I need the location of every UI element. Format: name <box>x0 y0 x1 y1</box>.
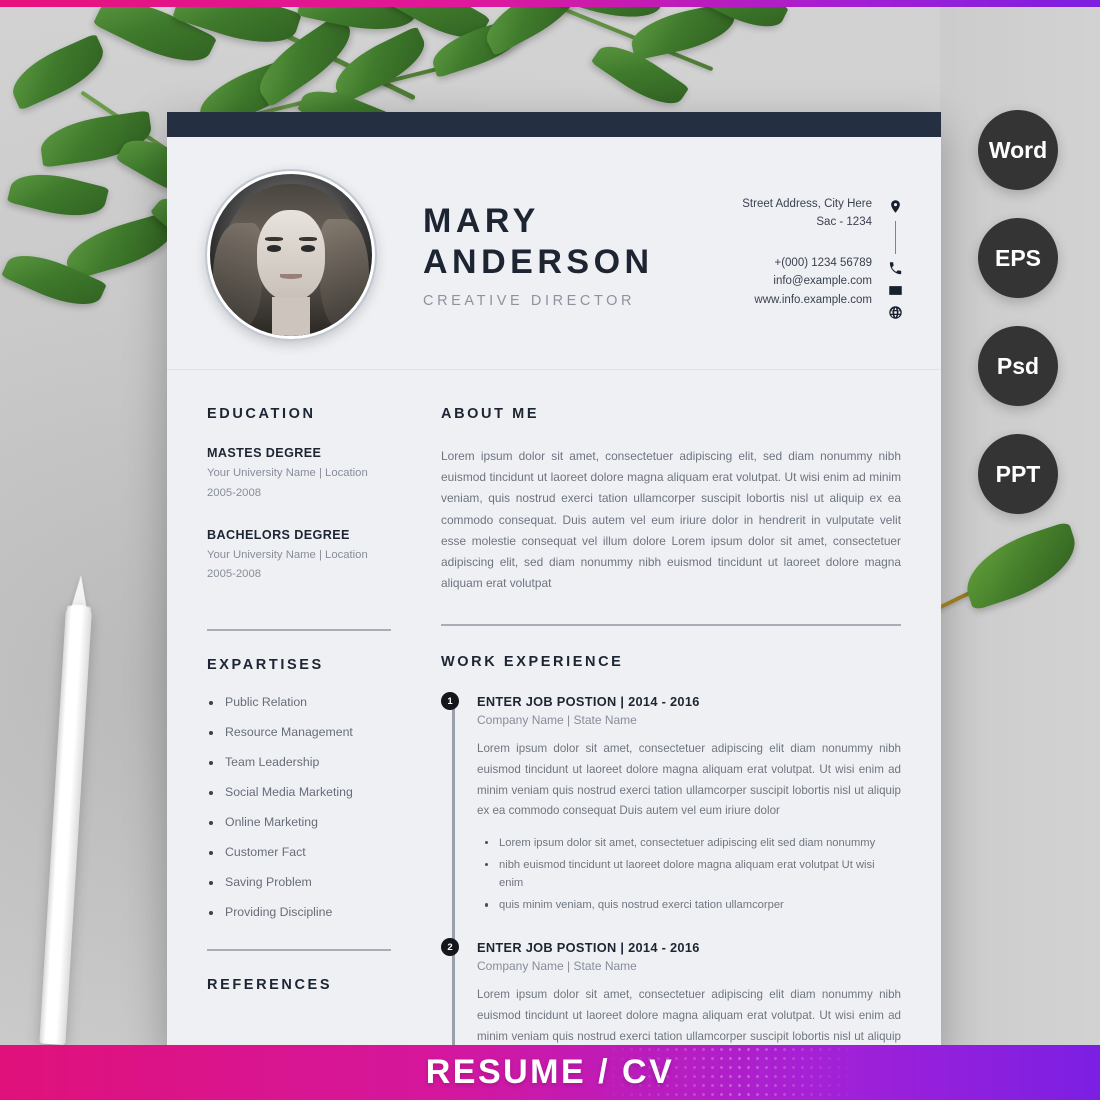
phone-icon <box>886 259 905 278</box>
list-item: quis minim veniam, quis nostrud exerci t… <box>477 896 901 914</box>
work-entry: 1 ENTER JOB POSTION | 2014 - 2016 Compan… <box>441 692 901 915</box>
map-pin-icon <box>886 197 905 216</box>
education-degree: BACHELORS DEGREE <box>207 527 350 542</box>
job-title: ENTER JOB POSTION | 2014 - 2016 <box>477 694 700 710</box>
education-entry: MASTES DEGREE Your University Name | Loc… <box>207 446 391 504</box>
list-item: Team Leadership <box>207 755 391 769</box>
education-university: Your University Name | Location <box>207 467 368 479</box>
format-badge-psd[interactable]: Psd <box>978 326 1058 406</box>
list-item: Saving Problem <box>207 875 391 889</box>
first-name: MARY <box>423 201 540 240</box>
contact-block: Street Address, City Here Sac - 1234 +(0… <box>742 189 905 322</box>
resume-header: MARY ANDERSON CREATIVE DIRECTOR Street A… <box>167 137 941 370</box>
section-heading-work: WORK EXPERIENCE <box>441 654 624 671</box>
list-item: Lorem ipsum dolor sit amet, consectetuer… <box>477 834 901 852</box>
avatar <box>205 169 377 341</box>
main-divider <box>441 624 901 627</box>
envelope-icon <box>886 281 905 300</box>
timeline-marker: 1 <box>441 692 459 711</box>
name-block: MARY ANDERSON CREATIVE DIRECTOR <box>423 201 742 310</box>
section-heading-education: EDUCATION <box>207 406 316 422</box>
resume-sidebar: EDUCATION MASTES DEGREE Your University … <box>167 370 417 1052</box>
bottom-banner: RESUME / CV <box>0 1045 1100 1100</box>
job-role: CREATIVE DIRECTOR <box>423 293 636 310</box>
format-badge-ppt[interactable]: PPT <box>978 434 1058 514</box>
timeline-line <box>452 702 455 1052</box>
job-bullet-list: Lorem ipsum dolor sit amet, consectetuer… <box>477 834 901 915</box>
list-item: Public Relation <box>207 695 391 709</box>
list-item: Customer Fact <box>207 845 391 859</box>
job-company: Company Name | State Name <box>477 713 637 728</box>
education-years: 2005-2008 <box>207 568 262 581</box>
resume-body: EDUCATION MASTES DEGREE Your University … <box>167 370 941 1052</box>
resume-page[interactable]: MARY ANDERSON CREATIVE DIRECTOR Street A… <box>167 112 941 1052</box>
contact-text: Street Address, City Here Sac - 1234 +(0… <box>742 195 872 310</box>
top-accent-strip <box>0 0 1100 7</box>
section-heading-expertises: EXPARTISES <box>207 657 324 674</box>
job-description: Lorem ipsum dolor sit amet, consectetuer… <box>477 742 901 818</box>
list-item: Social Media Marketing <box>207 785 391 799</box>
timeline-marker: 2 <box>441 938 459 957</box>
format-badge-eps[interactable]: EPS <box>978 218 1058 298</box>
about-paragraph: Lorem ipsum dolor sit amet, consectetuer… <box>441 449 901 591</box>
contact-phone[interactable]: +(000) 1234 56789 <box>742 254 872 273</box>
list-item: Providing Discipline <box>207 905 391 919</box>
job-title: ENTER JOB POSTION | 2014 - 2016 <box>477 940 700 956</box>
resume-main-column: ABOUT ME Lorem ipsum dolor sit amet, con… <box>417 370 941 1052</box>
section-heading-references: REFERENCES <box>207 977 333 994</box>
globe-icon <box>886 303 905 322</box>
education-university: Your University Name | Location <box>207 548 368 561</box>
format-badge-word[interactable]: Word <box>978 110 1058 190</box>
job-description: Lorem ipsum dolor sit amet, consectetuer… <box>477 988 901 1052</box>
work-entry: 2 ENTER JOB POSTION | 2014 - 2016 Compan… <box>441 938 901 1052</box>
contact-website[interactable]: www.info.example.com <box>742 291 872 310</box>
job-company: Company Name | State Name <box>477 959 637 974</box>
expertise-list: Public Relation Resource Management Team… <box>207 695 391 919</box>
contact-email[interactable]: info@example.com <box>742 272 872 291</box>
list-item: nibh euismod tincidunt ut laoreet dolore… <box>477 856 901 892</box>
section-heading-about: ABOUT ME <box>441 406 540 422</box>
contact-icon-column <box>886 195 905 322</box>
banner-title: RESUME / CV <box>425 1053 675 1091</box>
education-degree: MASTES DEGREE <box>207 446 322 460</box>
icon-divider-line <box>894 220 897 254</box>
contact-address-line2: Sac - 1234 <box>816 216 872 229</box>
education-entry: BACHELORS DEGREE Your University Name | … <box>207 528 391 586</box>
sidebar-divider <box>207 949 391 952</box>
contact-address-line1: Street Address, City Here <box>742 197 872 210</box>
last-name: ANDERSON <box>423 243 654 281</box>
work-experience-list: 1 ENTER JOB POSTION | 2014 - 2016 Compan… <box>441 692 901 1052</box>
list-item: Resource Management <box>207 725 391 739</box>
page-top-bar <box>167 112 941 137</box>
education-years: 2005-2008 <box>207 486 262 499</box>
list-item: Online Marketing <box>207 815 391 829</box>
sidebar-divider <box>207 629 391 632</box>
